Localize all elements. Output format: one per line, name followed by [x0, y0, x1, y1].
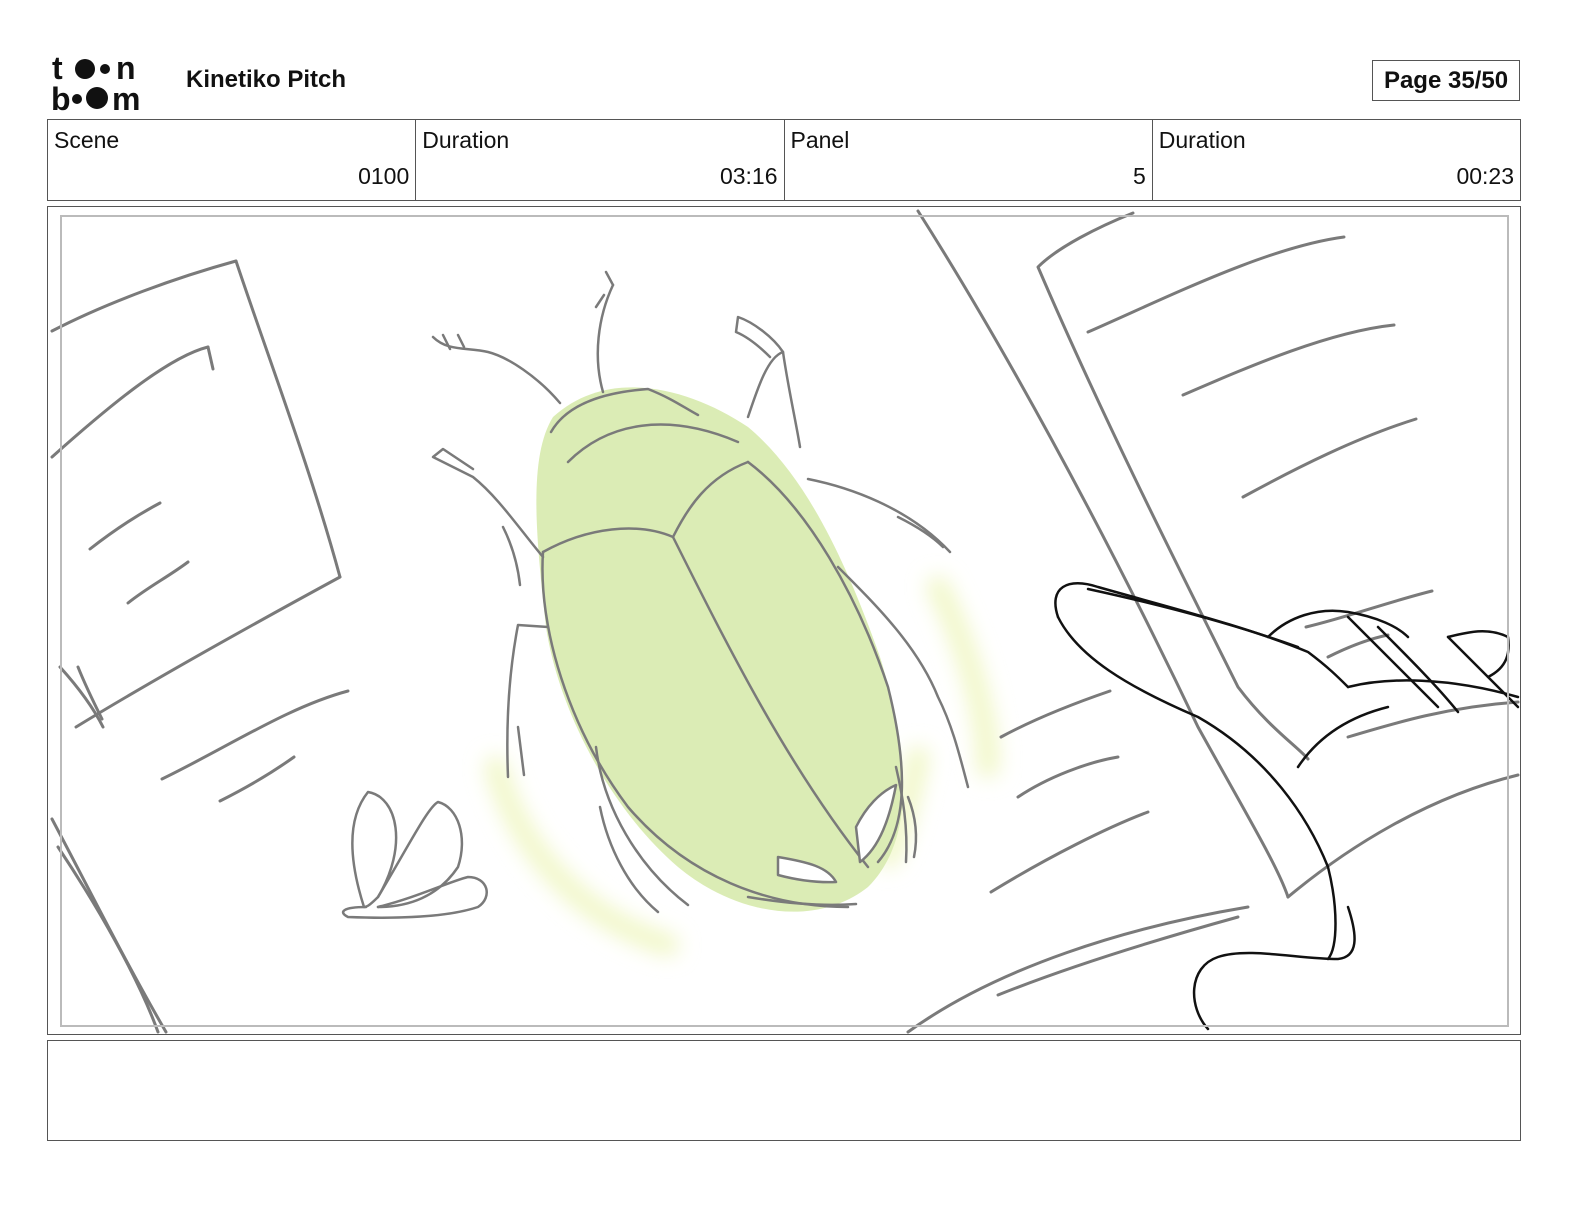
scene-value: 0100 — [358, 163, 410, 189]
svg-text:m: m — [112, 81, 140, 112]
scene-duration-value: 03:16 — [719, 163, 778, 189]
panel-duration-cell: Duration 00:23 — [1153, 120, 1520, 200]
scene-duration-cell: Duration 03:16 — [416, 120, 785, 200]
right-book-sketch — [906, 209, 1520, 1034]
dialogue-box[interactable] — [47, 1040, 1521, 1141]
page-number: Page 35/50 — [1372, 60, 1520, 101]
info-bar: Scene 0100 Duration 03:16 Panel 5 Durati… — [47, 119, 1521, 201]
panel-value: 5 — [1132, 163, 1146, 189]
svg-text:b: b — [51, 81, 71, 112]
toon-boom-logo: t n b m — [51, 50, 140, 112]
left-book-sketch — [50, 259, 350, 1034]
beetle-body — [536, 387, 904, 912]
hand-sketch[interactable] — [1054, 582, 1520, 1031]
project-title: Kinetiko Pitch — [186, 66, 347, 93]
storyboard-panel — [47, 206, 1521, 1035]
flower-sketch — [341, 790, 488, 919]
scene-label: Scene — [54, 127, 120, 153]
panel-sketch — [50, 209, 1520, 1034]
panel-duration-value: 00:23 — [1456, 163, 1514, 189]
panel-duration-label: Duration — [1158, 127, 1246, 153]
scene-cell: Scene 0100 — [48, 120, 417, 200]
panel-label: Panel — [790, 127, 850, 153]
panel-cell: Panel 5 — [785, 120, 1153, 200]
scene-duration-label: Duration — [422, 127, 510, 153]
